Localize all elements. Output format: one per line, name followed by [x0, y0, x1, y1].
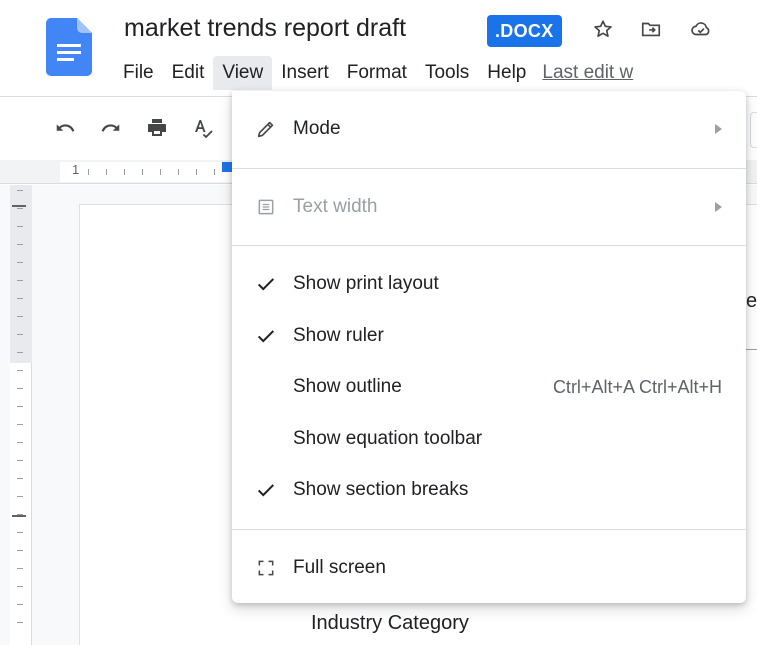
view-menu-dropdown: Mode Text width Show print layout Show r…	[232, 91, 746, 603]
menu-item-full-screen[interactable]: Full screen	[232, 546, 746, 590]
cloud-saved-icon[interactable]	[688, 15, 714, 43]
menu-item-label: Show equation toolbar	[293, 428, 483, 449]
menu-insert[interactable]: Insert	[272, 56, 338, 90]
menu-view[interactable]: View	[213, 56, 273, 90]
menu-edit[interactable]: Edit	[163, 56, 214, 90]
menu-item-show-print-layout[interactable]: Show print layout	[232, 262, 746, 306]
menu-item-label: Full screen	[293, 557, 386, 578]
fullscreen-icon	[254, 556, 278, 580]
menu-item-label: Text width	[293, 196, 378, 217]
menu-item-label: Show ruler	[293, 325, 384, 346]
menu-separator	[232, 168, 746, 169]
last-edit-link[interactable]: Last edit w	[535, 56, 640, 90]
move-to-folder-icon[interactable]	[638, 15, 664, 43]
ruler-number: 1	[72, 162, 80, 177]
vertical-margin-marker[interactable]	[12, 515, 26, 517]
redo-icon[interactable]	[92, 109, 130, 147]
checkmark-icon	[254, 478, 278, 502]
toolbar	[46, 108, 222, 148]
ruler-ticks	[88, 169, 228, 175]
menu-item-mode[interactable]: Mode	[232, 107, 746, 151]
toolbar-partial-control[interactable]	[750, 112, 757, 148]
text-width-icon	[254, 195, 278, 219]
submenu-arrow-icon	[715, 124, 722, 134]
menu-file[interactable]: File	[114, 56, 163, 90]
menu-item-shortcut: Ctrl+Alt+A Ctrl+Alt+H	[552, 376, 722, 397]
docx-format-badge: .DOCX	[487, 15, 562, 47]
menu-item-show-outline[interactable]: Show outline Ctrl+Alt+A Ctrl+Alt+H	[232, 365, 746, 409]
menu-help[interactable]: Help	[478, 56, 535, 90]
menu-item-show-equation-toolbar[interactable]: Show equation toolbar	[232, 417, 746, 461]
print-icon[interactable]	[138, 109, 176, 147]
menu-tools[interactable]: Tools	[416, 56, 478, 90]
document-title[interactable]: market trends report draft	[124, 14, 406, 43]
menu-separator	[232, 245, 746, 246]
menu-item-show-ruler[interactable]: Show ruler	[232, 314, 746, 358]
star-icon[interactable]	[590, 15, 616, 43]
menu-bar: File Edit View Insert Format Tools Help …	[114, 54, 640, 92]
menu-item-label: Show print layout	[293, 273, 439, 294]
document-text-line[interactable]: Industry Category	[311, 612, 469, 635]
menu-item-label: Show outline	[293, 376, 402, 397]
pencil-icon	[254, 117, 278, 141]
submenu-arrow-icon	[715, 202, 722, 212]
menu-item-label: Show section breaks	[293, 479, 469, 500]
document-text-fragment: e	[746, 290, 757, 312]
checkmark-icon	[254, 272, 278, 296]
vertical-ruler-ticks	[17, 190, 23, 630]
undo-icon[interactable]	[46, 109, 84, 147]
checkmark-icon	[254, 324, 278, 348]
menu-item-show-section-breaks[interactable]: Show section breaks	[232, 468, 746, 512]
menu-item-label: Mode	[293, 118, 341, 139]
spellcheck-icon[interactable]	[184, 109, 222, 147]
vertical-margin-marker[interactable]	[12, 205, 26, 207]
menu-separator	[232, 529, 746, 530]
menu-item-text-width[interactable]: Text width	[232, 185, 746, 229]
docs-logo-icon[interactable]	[46, 18, 92, 76]
menu-format[interactable]: Format	[338, 56, 416, 90]
